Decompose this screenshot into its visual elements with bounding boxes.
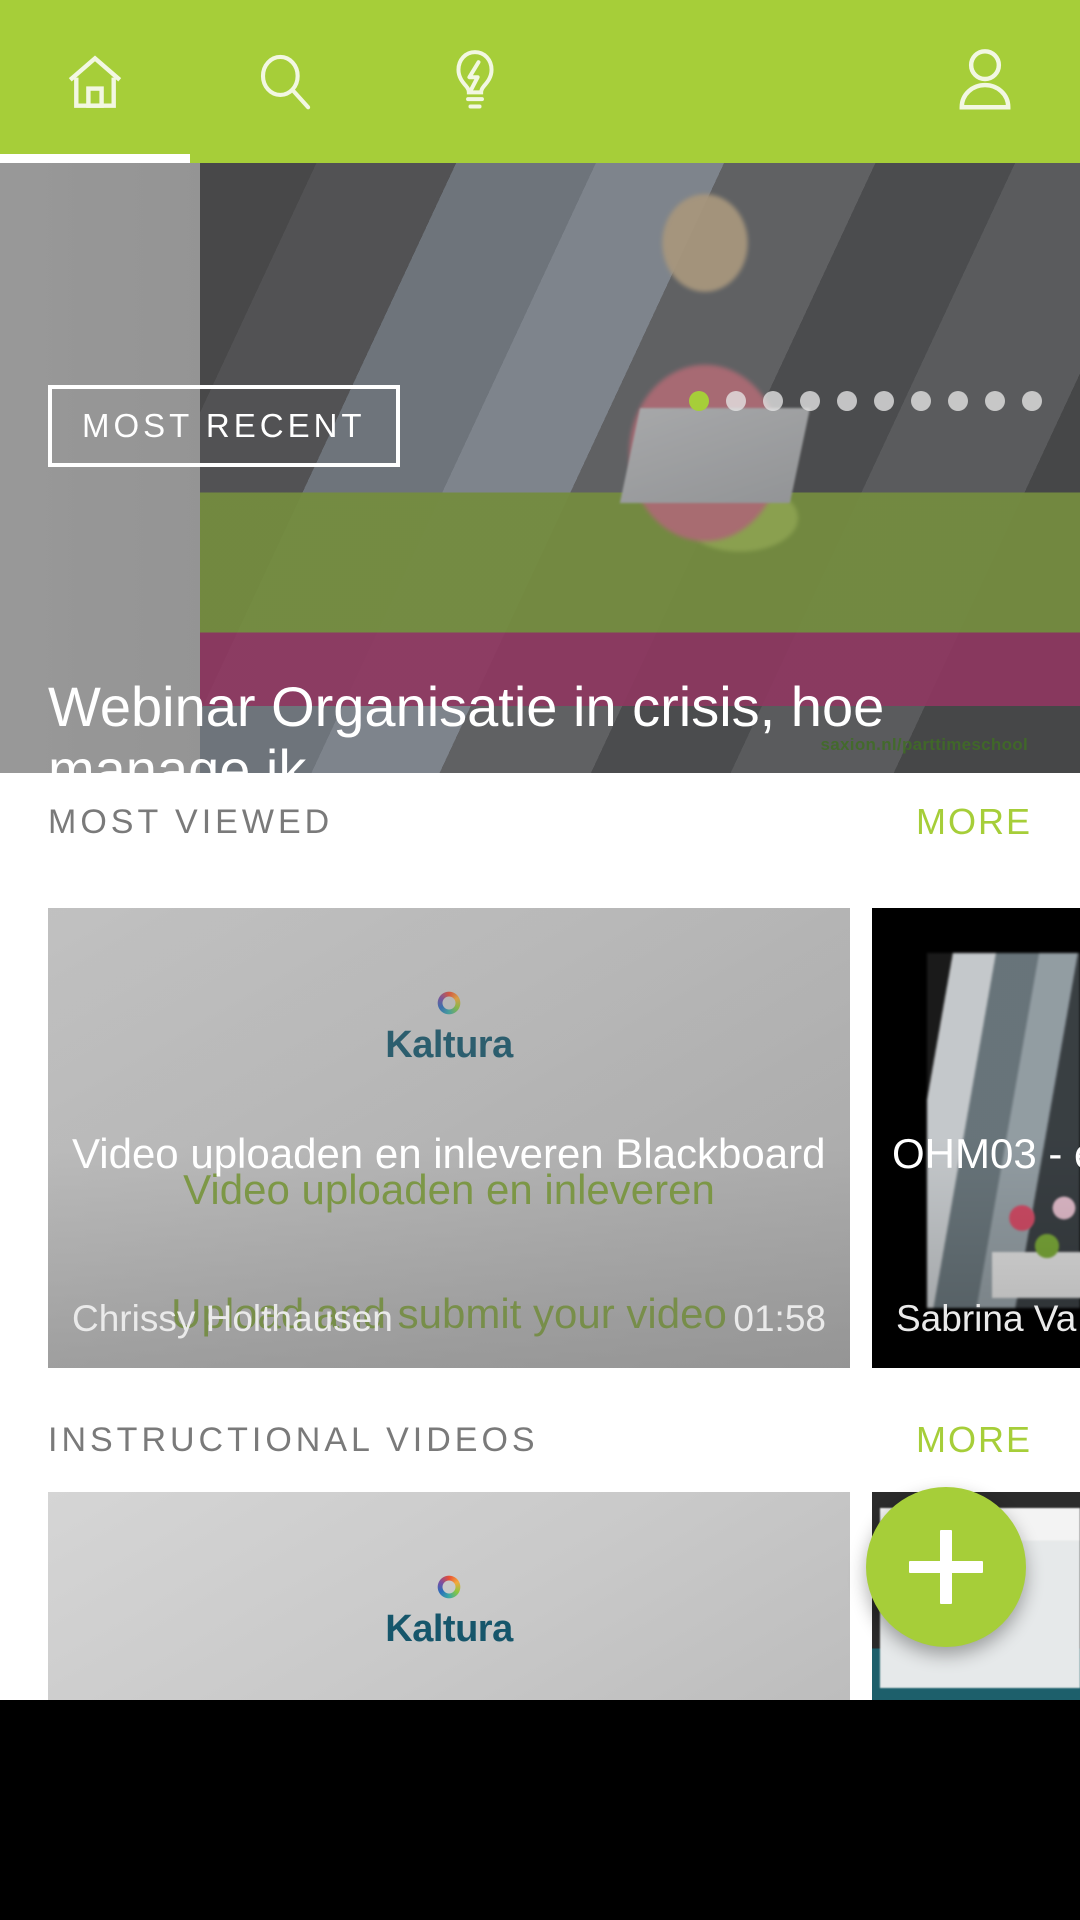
hero-carousel[interactable]: saxion.nl/parttimeschool MOST RECENT Web… [0,163,1080,773]
top-navigation-bar [0,0,1080,163]
pagination-dot[interactable] [726,391,746,411]
video-card-owner: Chrissy Holthausen [72,1298,393,1339]
kaltura-wordmark: Kaltura [385,1608,513,1650]
section-more-link[interactable]: MORE [916,1419,1032,1461]
video-card[interactable]: Kaltura Video uploaden en inleveren Uplo… [48,908,850,1368]
lightbulb-icon [443,47,507,117]
video-card-duration: 01:58 [733,1298,826,1339]
nav-item-profile[interactable] [890,0,1080,163]
bottom-black-area [0,1700,1080,1920]
add-media-fab[interactable] [866,1487,1026,1647]
section-header-most-viewed: MOST VIEWED MORE [0,772,1080,872]
most-viewed-card-row[interactable]: Kaltura Video uploaden en inleveren Uplo… [0,908,1080,1368]
pagination-dot[interactable] [837,391,857,411]
kaltura-logo: Kaltura [48,1570,850,1651]
search-icon [252,49,318,115]
video-card-meta: Chrissy Holthausen 01:58 [72,1298,826,1340]
pagination-dot[interactable] [689,391,709,411]
plus-icon [909,1530,983,1604]
nav-item-inspire[interactable] [380,0,570,163]
pagination-dot[interactable] [800,391,820,411]
video-card[interactable]: OHM03 - eveneme Sabrina Va [872,908,1080,1368]
app-screen: saxion.nl/parttimeschool MOST RECENT Web… [0,0,1080,1920]
section-header-instructional-videos: INSTRUCTIONAL VIDEOS MORE [0,1390,1080,1490]
nav-item-search[interactable] [190,0,380,163]
pagination-dot[interactable] [874,391,894,411]
carousel-pagination-dots[interactable] [689,391,1042,411]
video-card-title: OHM03 - eveneme [892,1130,1080,1177]
hero-video-title: Webinar Organisatie in crisis, hoe manag… [48,675,885,773]
video-card-title: Video uploaden en inleveren Blackboard [72,1130,826,1177]
pagination-dot[interactable] [763,391,783,411]
active-tab-indicator [0,154,190,163]
nav-item-home[interactable] [0,0,190,163]
pagination-dot[interactable] [948,391,968,411]
section-more-link[interactable]: MORE [916,801,1032,843]
pagination-dot[interactable] [985,391,1005,411]
user-icon [951,43,1019,120]
video-card-owner: Sabrina Va [896,1298,1077,1339]
pagination-dot[interactable] [911,391,931,411]
section-title: MOST VIEWED [48,802,334,841]
section-title: INSTRUCTIONAL VIDEOS [48,1420,539,1459]
home-icon [59,49,131,115]
video-card-meta: Sabrina Va [896,1298,1080,1340]
pagination-dot[interactable] [1022,391,1042,411]
kaltura-burst-icon [432,1570,466,1604]
most-recent-badge[interactable]: MOST RECENT [48,385,400,467]
